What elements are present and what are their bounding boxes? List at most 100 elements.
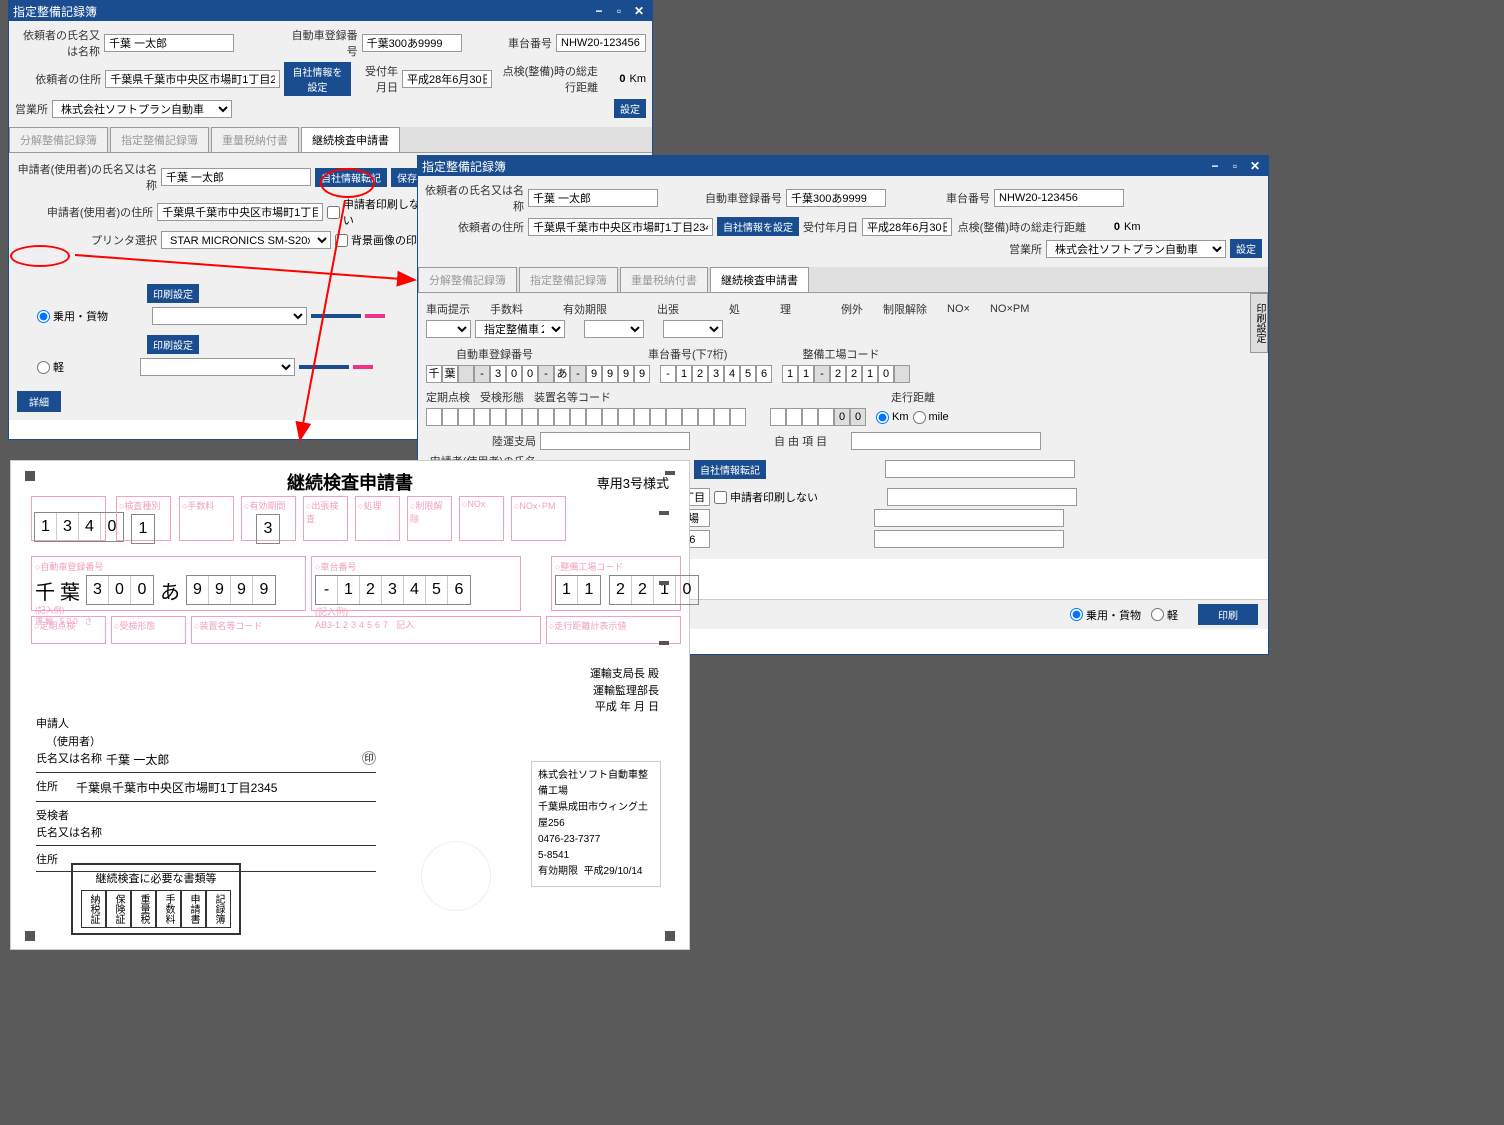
chassis-char[interactable]: - [660,365,676,383]
no-print-applicant-checkbox[interactable]: 申請者印刷しない [327,196,428,228]
tab-juryou-2[interactable]: 重量税納付書 [620,267,708,292]
mileage-char[interactable] [786,408,802,426]
requester-addr-input[interactable] [105,70,280,88]
close-icon[interactable]: ✕ [630,3,648,19]
minimize-icon[interactable]: − [590,3,608,19]
chassis-char[interactable]: 3 [708,365,724,383]
passenger-cargo-radio-2[interactable]: 乗用・貨物 [1070,607,1141,623]
reg-char[interactable]: 9 [634,365,650,383]
factory-char[interactable]: 2 [830,365,846,383]
action-button-4[interactable] [353,365,373,369]
free-item-input-2[interactable] [885,460,1075,478]
mileage-char[interactable] [770,408,786,426]
requester-name-input-2[interactable] [528,189,658,207]
print-settings-button-2[interactable]: 印刷設定 [147,335,199,354]
chassis-char[interactable]: 2 [692,365,708,383]
equip-char[interactable] [442,408,458,426]
printer-select[interactable]: STAR MICRONICS SM-S20x [161,231,331,249]
close-icon-2[interactable]: ✕ [1246,158,1264,174]
print-settings-button-1[interactable]: 印刷設定 [147,284,199,303]
equip-char[interactable] [570,408,586,426]
settings-button-2[interactable]: 設定 [1230,239,1262,258]
tab-keizoku-2[interactable]: 継続検査申請書 [710,267,809,292]
chassis-char[interactable]: 6 [756,365,772,383]
passenger-cargo-radio[interactable]: 乗用・貨物 [37,308,108,324]
equip-char[interactable] [474,408,490,426]
print-button[interactable]: 印刷 [1198,604,1258,625]
tab-shitei[interactable]: 指定整備記録簿 [110,127,209,152]
reg-char[interactable]: 千 [426,365,442,383]
maximize-icon[interactable]: ▫ [610,3,628,19]
equip-char[interactable] [602,408,618,426]
factory-char[interactable]: 1 [782,365,798,383]
minimize-icon-2[interactable]: − [1206,158,1224,174]
chassis-char[interactable]: 4 [724,365,740,383]
reg-char[interactable]: あ [554,365,570,383]
requester-addr-input-2[interactable] [528,218,713,236]
trip-select[interactable] [584,320,644,338]
equip-char[interactable] [506,408,522,426]
light-vehicle-radio-2[interactable]: 軽 [1151,607,1178,623]
factory-char[interactable]: 0 [878,365,894,383]
tab-bunkai-2[interactable]: 分解整備記録簿 [418,267,517,292]
action-button-3[interactable] [299,365,349,369]
tab-keizoku[interactable]: 継続検査申請書 [301,127,400,152]
reg-char[interactable]: 3 [490,365,506,383]
factory-char[interactable]: 1 [798,365,814,383]
tab-bunkai[interactable]: 分解整備記録簿 [9,127,108,152]
equip-char[interactable] [586,408,602,426]
process-select[interactable] [663,320,723,338]
reg-char[interactable]: 葉 [442,365,458,383]
company-info-button[interactable]: 自社情報を設定 [284,62,351,96]
office-select-2[interactable]: 株式会社ソフトプラン自動車 [1046,240,1226,258]
equip-char[interactable] [618,408,634,426]
reg-char[interactable]: 0 [506,365,522,383]
reg-char[interactable]: 0 [522,365,538,383]
equip-char[interactable] [682,408,698,426]
passenger-select[interactable] [152,307,307,325]
registration-input-2[interactable] [786,189,886,207]
chassis-char[interactable]: 5 [740,365,756,383]
office-select[interactable]: 株式会社ソフトプラン自動車 [52,100,232,118]
equip-char[interactable] [554,408,570,426]
maximize-icon-2[interactable]: ▫ [1226,158,1244,174]
free-item-input-4[interactable] [874,509,1064,527]
tab-shitei-2[interactable]: 指定整備記録簿 [519,267,618,292]
equip-char[interactable] [538,408,554,426]
mile-radio[interactable]: mile [913,411,949,424]
no-print-applicant-checkbox-2[interactable]: 申請者印刷しない [714,489,818,505]
vehicle-presentation-select[interactable] [426,320,471,338]
light-select[interactable] [140,358,295,376]
free-item-input-5[interactable] [874,530,1064,548]
free-item-input-1[interactable] [851,432,1041,450]
company-transfer-button-2[interactable]: 自社情報転記 [694,460,766,479]
equip-char[interactable] [730,408,746,426]
factory-char[interactable]: 1 [862,365,878,383]
company-transfer-button[interactable]: 自社情報転記 [315,168,387,187]
light-vehicle-radio[interactable]: 軽 [37,359,64,375]
equip-char[interactable] [666,408,682,426]
equip-char[interactable] [458,408,474,426]
chassis-input-2[interactable] [994,189,1124,207]
equip-char[interactable] [698,408,714,426]
company-info-button-2[interactable]: 自社情報を設定 [717,217,799,236]
settings-button[interactable]: 設定 [614,99,646,118]
chassis-input[interactable] [556,34,646,52]
reg-char[interactable]: 9 [602,365,618,383]
action-button-2[interactable] [365,314,385,318]
detail-button[interactable]: 詳細 [17,391,61,412]
validity-select[interactable]: 指定整備車２年 [475,320,565,338]
print-settings-vertical[interactable]: 印刷設定 [1250,293,1268,353]
chassis-char[interactable]: 1 [676,365,692,383]
receipt-date-input[interactable] [402,70,492,88]
equip-char[interactable] [650,408,666,426]
km-radio[interactable]: Km [876,411,909,424]
free-item-input-3[interactable] [887,488,1077,506]
equip-char[interactable] [634,408,650,426]
applicant-addr-input[interactable] [157,203,323,221]
equip-char[interactable] [426,408,442,426]
reg-char[interactable]: 9 [618,365,634,383]
requester-name-input[interactable] [104,34,234,52]
registration-input[interactable] [362,34,462,52]
equip-char[interactable] [490,408,506,426]
